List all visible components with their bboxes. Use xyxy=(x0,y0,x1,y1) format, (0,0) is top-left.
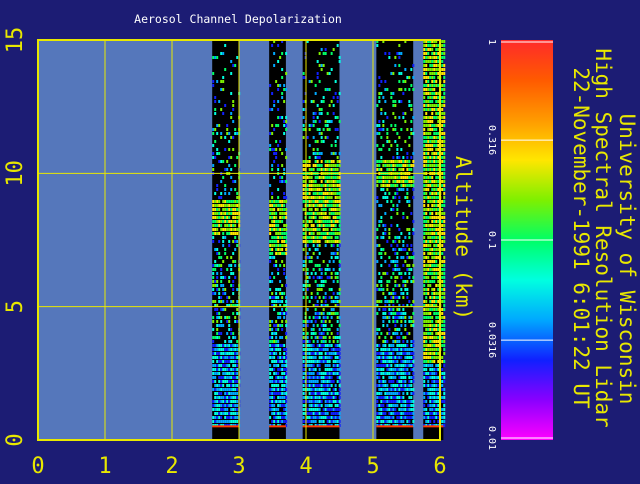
data-segment-4 xyxy=(376,40,415,440)
chart-svg: Aerosol Channel Depolarization 051015 01… xyxy=(3,12,639,479)
ground-return xyxy=(302,425,340,428)
y-tick-label: 0 xyxy=(3,433,28,446)
x-tick-label: 4 xyxy=(299,454,312,479)
ground-return xyxy=(376,425,414,428)
side-text: University of Wisconsin High Spectral Re… xyxy=(569,48,639,427)
x-tick-label: 0 xyxy=(31,454,44,479)
y-tick-label: 5 xyxy=(3,300,28,313)
ground-return xyxy=(212,425,239,428)
colorbar-tick-label: 0.316 xyxy=(486,125,497,155)
x-tick-label: 5 xyxy=(366,454,379,479)
y-axis-label: Altitude (km) xyxy=(451,156,475,320)
side-text-line-1: University of Wisconsin xyxy=(615,114,639,405)
y-tick-label: 15 xyxy=(3,27,28,54)
colorbar-tick-label: 0.01 xyxy=(486,426,497,450)
x-tick-label: 6 xyxy=(433,454,446,479)
x-tick-labels: 0 1 2 3 4 5 6 xyxy=(31,454,446,479)
colorbar-tick-label: 0.0316 xyxy=(486,322,497,358)
colorbar-tick-label: 1 xyxy=(486,39,497,45)
x-tick-label: 1 xyxy=(98,454,111,479)
data-segment-1 xyxy=(212,40,241,440)
data-segment-3 xyxy=(302,40,341,440)
side-text-line-3: 22-November-1991 6:01:22 UT xyxy=(569,67,593,409)
data-segment-5 xyxy=(423,40,446,440)
lidar-plot: Aerosol Channel Depolarization 0 5 10 15 01… xyxy=(0,0,640,480)
colorbar-tick-labels: 1 0.316 0.1 0.0316 0.01 xyxy=(486,39,497,450)
y-tick-label: 10 xyxy=(3,160,28,187)
y-tick-labels: 0 5 10 15 xyxy=(3,27,28,447)
x-tick-label: 3 xyxy=(232,454,245,479)
ground-return xyxy=(269,425,286,428)
side-text-line-2: High Spectral Resolution Lidar xyxy=(591,48,615,427)
colorbar-tick-label: 0.1 xyxy=(486,231,497,249)
data-segment-2 xyxy=(269,40,288,440)
x-tick-label: 2 xyxy=(165,454,178,479)
chart-title: Aerosol Channel Depolarization xyxy=(134,12,342,26)
